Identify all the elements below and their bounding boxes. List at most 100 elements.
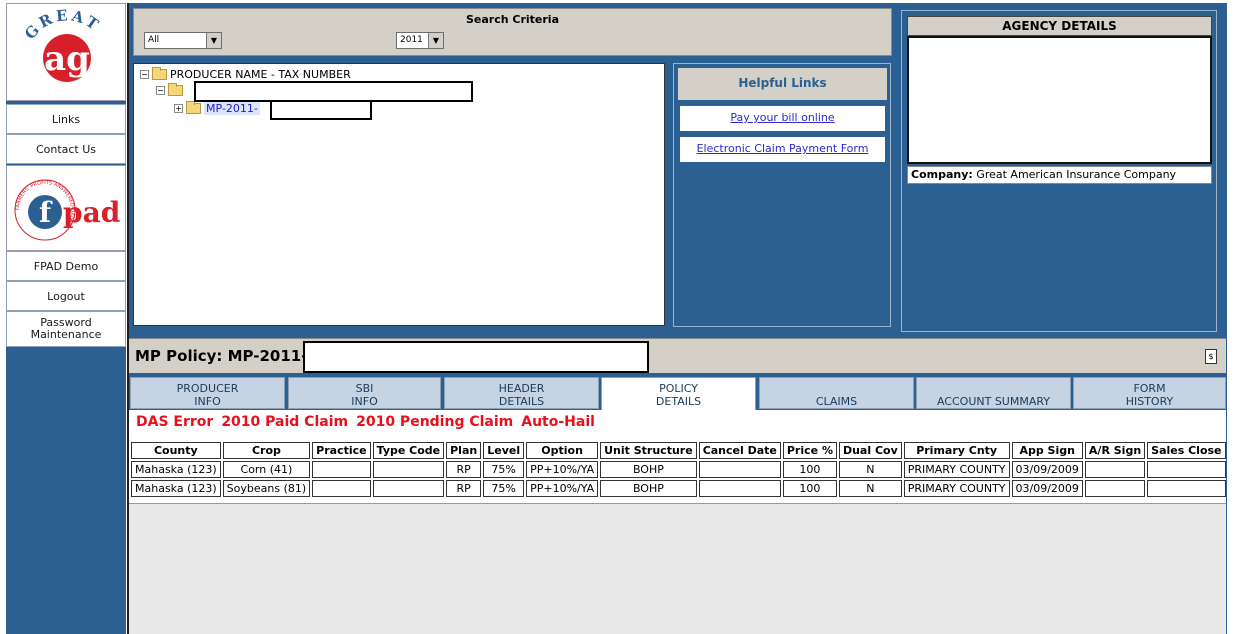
- print-icon[interactable]: $: [1205, 349, 1217, 364]
- year-select-value: 2011: [400, 35, 423, 45]
- folder-icon: [152, 67, 167, 80]
- svg-text:f: f: [39, 196, 53, 229]
- col-header: Option: [526, 442, 599, 459]
- great-ag-logo: ag GREAT: [6, 3, 126, 101]
- helpful-links-panel: Helpful Links Pay your bill online Elect…: [673, 63, 891, 327]
- search-criteria-panel: Search Criteria All ▼ 2011 ▼: [133, 8, 892, 56]
- search-criteria-title: Search Criteria: [465, 13, 560, 26]
- tree-policy-label[interactable]: MP-2011-: [204, 102, 260, 115]
- table-cell: [312, 461, 371, 478]
- table-cell: [698, 461, 781, 478]
- col-header: Type Code: [372, 442, 445, 459]
- filter-select[interactable]: All ▼: [144, 32, 222, 49]
- nav-fpad-demo[interactable]: FPAD Demo: [6, 251, 126, 281]
- table-cell: PP+10%/YA: [526, 480, 599, 497]
- company-value: Great American Insurance Company: [976, 168, 1177, 181]
- tree-producer-node[interactable]: −: [156, 83, 186, 96]
- nav-contact-us-label: Contact Us: [35, 142, 97, 156]
- col-header: Crop: [222, 442, 311, 459]
- tab-sbi-info-line1: SBI: [355, 382, 374, 395]
- filter-select-value: All: [148, 35, 160, 45]
- company-row: Company: Great American Insurance Compan…: [907, 166, 1212, 184]
- tab-producer-info-line1: PRODUCER: [176, 382, 239, 395]
- table-cell: Mahaska (123): [131, 461, 221, 478]
- tab-form-history[interactable]: FORM HISTORY: [1073, 377, 1226, 409]
- pay-bill-online-link[interactable]: Pay your bill online: [678, 104, 887, 133]
- tab-producer-info-line2: INFO: [194, 395, 221, 408]
- nav-password-maintenance-label: Password Maintenance: [30, 316, 102, 341]
- table-cell: RP: [446, 480, 482, 497]
- policy-header-label: MP Policy: MP-2011-: [135, 347, 308, 365]
- table-cell: [312, 480, 371, 497]
- table-cell: Corn (41): [222, 461, 311, 478]
- nav-fpad-demo-label: FPAD Demo: [33, 259, 99, 273]
- tab-account-summary[interactable]: ACCOUNT SUMMARY: [916, 377, 1071, 409]
- col-header: Cancel Date: [698, 442, 781, 459]
- redaction-box: [194, 81, 473, 102]
- table-cell: 03/09/2009: [1011, 480, 1083, 497]
- table-cell: PP+10%/YA: [526, 461, 599, 478]
- policy-table-clip: County Crop Practice Type Code Plan Leve…: [129, 440, 1226, 500]
- col-header: Unit Structure: [600, 442, 697, 459]
- table-cell: BOHP: [600, 480, 697, 497]
- year-select[interactable]: 2011 ▼: [396, 32, 444, 49]
- table-cell: [1084, 480, 1146, 497]
- tab-policy-details[interactable]: POLICY DETAILS: [601, 377, 756, 410]
- tab-producer-info[interactable]: PRODUCER INFO: [130, 377, 285, 409]
- nav-password-maintenance[interactable]: Password Maintenance: [6, 311, 126, 347]
- col-header: App Sign: [1011, 442, 1083, 459]
- tab-sbi-info[interactable]: SBI INFO: [288, 377, 441, 409]
- expand-icon[interactable]: +: [174, 104, 183, 113]
- tree-root-node[interactable]: − PRODUCER NAME - TAX NUMBER: [140, 67, 351, 81]
- left-sidebar: ag GREAT Links Contact Us FARMERS' PROFI…: [6, 3, 126, 634]
- redaction-box: [303, 341, 649, 373]
- col-header: County: [131, 442, 221, 459]
- col-header: Plan: [446, 442, 482, 459]
- chevron-down-icon: ▼: [206, 33, 221, 48]
- tab-header-details[interactable]: HEADER DETAILS: [444, 377, 599, 409]
- alert-auto-hail: Auto-Hail: [521, 414, 595, 430]
- col-header: Sales Close: [1147, 442, 1226, 459]
- tab-claims[interactable]: CLAIMS: [759, 377, 914, 409]
- table-cell: RP: [446, 461, 482, 478]
- table-row: Mahaska (123) Corn (41) RP 75% PP+10%/YA…: [131, 461, 1226, 478]
- col-header: A/R Sign: [1084, 442, 1146, 459]
- collapse-icon[interactable]: −: [156, 86, 165, 95]
- fpad-logo: FARMERS' PROFITS ANSWERED DAILY f pad: [6, 165, 126, 251]
- tab-sbi-info-line2: INFO: [351, 395, 378, 408]
- table-cell: 75%: [483, 461, 525, 478]
- electronic-claim-payment-link[interactable]: Electronic Claim Payment Form: [678, 135, 887, 164]
- collapse-icon[interactable]: −: [140, 70, 149, 79]
- table-cell: [372, 461, 445, 478]
- tab-account-summary-label: ACCOUNT SUMMARY: [936, 395, 1051, 408]
- table-cell: PRIMARY COUNTY: [903, 480, 1010, 497]
- table-cell: [1147, 480, 1226, 497]
- table-cell: N: [838, 480, 902, 497]
- tree-root-label: PRODUCER NAME - TAX NUMBER: [170, 68, 351, 81]
- table-cell: [1147, 461, 1226, 478]
- col-header: Dual Cov: [838, 442, 902, 459]
- helpful-links-title: Helpful Links: [678, 68, 887, 100]
- table-cell: 75%: [483, 480, 525, 497]
- folder-icon: [186, 101, 201, 114]
- tab-claims-label: CLAIMS: [815, 395, 858, 408]
- tab-header-details-line2: DETAILS: [498, 395, 545, 408]
- alert-bar: DAS Error 2010 Paid Claim 2010 Pending C…: [136, 414, 595, 430]
- logo-ag-text: ag: [44, 39, 90, 79]
- tab-header-details-line1: HEADER: [498, 382, 545, 395]
- folder-icon: [168, 83, 183, 96]
- nav-logout[interactable]: Logout: [6, 281, 126, 311]
- table-cell: N: [838, 461, 902, 478]
- table-cell: [372, 480, 445, 497]
- table-cell: Soybeans (81): [222, 480, 311, 497]
- nav-links[interactable]: Links: [6, 104, 126, 134]
- tree-policy-node[interactable]: + MP-2011-: [174, 101, 260, 115]
- content-lower-area: [129, 503, 1226, 634]
- chevron-down-icon: ▼: [428, 33, 443, 48]
- col-header: Practice: [312, 442, 371, 459]
- nav-contact-us[interactable]: Contact Us: [6, 134, 126, 164]
- tab-policy-details-line2: DETAILS: [655, 395, 702, 408]
- tab-form-history-line2: HISTORY: [1125, 395, 1174, 408]
- alert-das-error: DAS Error: [136, 414, 214, 430]
- nav-logout-label: Logout: [47, 289, 85, 303]
